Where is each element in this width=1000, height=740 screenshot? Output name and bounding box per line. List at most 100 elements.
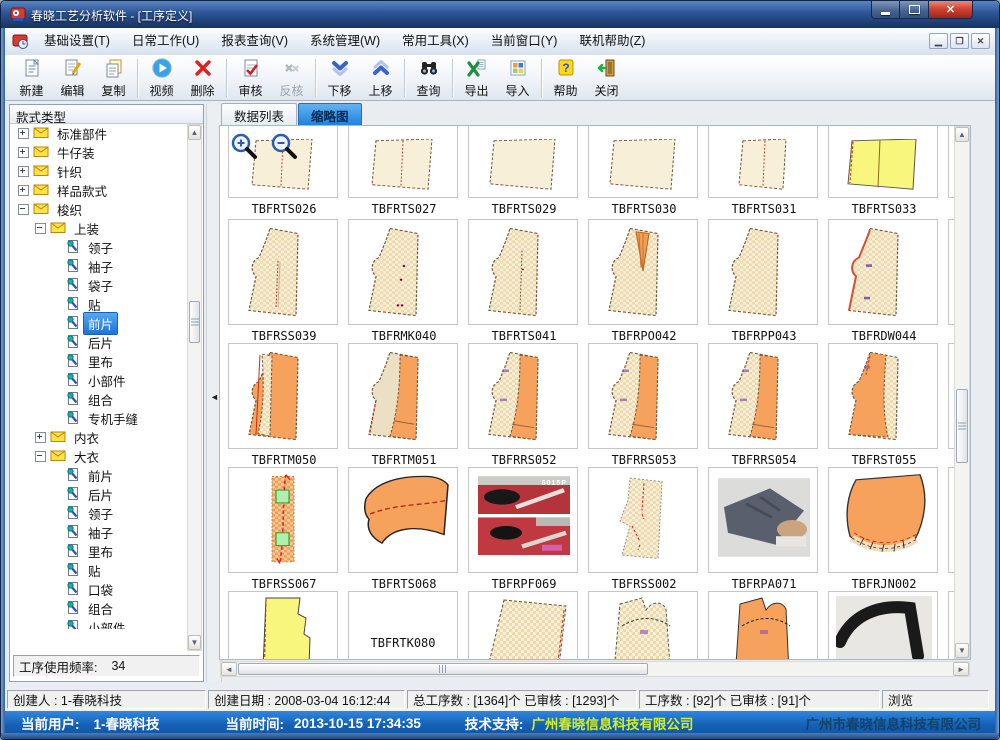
tree-node-袖子[interactable]: 袖子 xyxy=(10,257,187,276)
grid-cell-TBFRRS053[interactable] xyxy=(588,343,698,449)
menu-item-5[interactable]: 常用工具(X) xyxy=(391,28,480,54)
tree-node-前片[interactable]: 前片 xyxy=(10,466,187,485)
grid-cell-TBFRSS067[interactable] xyxy=(228,467,338,573)
grid-cell[interactable] xyxy=(468,591,578,659)
content-vertical-scrollbar[interactable]: ▲ ▼ xyxy=(954,126,970,659)
tree-node-大衣[interactable]: 大衣 xyxy=(10,447,187,466)
grid-cell[interactable] xyxy=(708,591,818,659)
tree-node-标准部件[interactable]: 标准部件 xyxy=(10,124,187,143)
expand-icon[interactable] xyxy=(18,166,29,177)
grid-cell-TBFRST055[interactable] xyxy=(828,343,938,449)
grid-cell-TBFRTK080[interactable]: TBFRTK080 xyxy=(348,591,458,659)
grid-cell-TBFRSS002[interactable] xyxy=(588,467,698,573)
tree-node-样品款式[interactable]: 样品款式 xyxy=(10,181,187,200)
tree-node-贴[interactable]: 贴 xyxy=(10,561,187,580)
scroll-down-arrow[interactable]: ▼ xyxy=(955,643,969,658)
toolbar-button-new-document[interactable]: 新建 xyxy=(11,57,52,99)
tree-node-小部件[interactable]: 小部件 xyxy=(10,371,187,390)
grid-cell-TBFRRS052[interactable] xyxy=(468,343,578,449)
grid-cell-TBFRTS033[interactable] xyxy=(828,126,938,198)
title-bar[interactable]: 春晓工艺分析软件 - [工序定义] ✕ xyxy=(1,1,999,28)
grid-cell-TBFRTS029[interactable] xyxy=(468,126,578,198)
scroll-down-arrow[interactable]: ▼ xyxy=(188,635,201,650)
tree-node-组合[interactable]: 组合 xyxy=(10,390,187,409)
mdi-restore-button[interactable]: ❐ xyxy=(950,33,969,49)
tree-node-前片[interactable]: 前片 xyxy=(10,314,187,333)
content-horizontal-scrollbar[interactable]: ◄ ► xyxy=(220,661,970,677)
toolbar-button-delete[interactable]: 删除 xyxy=(182,57,223,99)
menu-item-2[interactable]: 日常工作(U) xyxy=(121,28,210,54)
tree-scrollbar[interactable]: ▲ ▼ xyxy=(187,124,202,651)
toolbar-button-help[interactable]: ?帮助 xyxy=(545,57,586,99)
toolbar-button-copy[interactable]: 复制 xyxy=(93,57,134,99)
menu-item-4[interactable]: 系统管理(W) xyxy=(299,28,391,54)
menu-item-7[interactable]: 联机帮助(Z) xyxy=(568,28,656,54)
collapse-icon[interactable] xyxy=(35,223,46,234)
toolbar-button-export-excel[interactable]: 导出 xyxy=(456,57,497,99)
grid-cell-TBFRRS054[interactable] xyxy=(708,343,818,449)
grid-cell-TBFRPP043[interactable] xyxy=(708,219,818,325)
collapse-icon[interactable] xyxy=(18,204,29,215)
menu-item-6[interactable]: 当前窗口(Y) xyxy=(480,28,569,54)
toolbar-button-video[interactable]: 视频 xyxy=(141,57,182,99)
tree-node-领子[interactable]: 领子 xyxy=(10,504,187,523)
scrollbar-thumb[interactable] xyxy=(238,663,648,675)
tree-node-上装[interactable]: 上装 xyxy=(10,219,187,238)
toolbar-button-search-binoculars[interactable]: 查询 xyxy=(408,57,449,99)
grid-cell-TBFRTS068[interactable] xyxy=(348,467,458,573)
toolbar-button-import-grid[interactable]: 导入 xyxy=(497,57,538,99)
grid-cell-TBFRTM050[interactable] xyxy=(228,343,338,449)
tree-node-贴[interactable]: 贴 xyxy=(10,295,187,314)
tree-node-组合[interactable]: 组合 xyxy=(10,599,187,618)
scroll-up-arrow[interactable]: ▲ xyxy=(955,127,969,142)
tree-node-小部件[interactable]: 小部件 xyxy=(10,618,187,629)
tree-node-口袋[interactable]: 口袋 xyxy=(10,580,187,599)
window-maximize-button[interactable] xyxy=(900,1,928,19)
tree-node-里布[interactable]: 里布 xyxy=(10,352,187,371)
tree-node-后片[interactable]: 后片 xyxy=(10,333,187,352)
grid-cell-TBFRPA071[interactable] xyxy=(708,467,818,573)
tree-node-袋子[interactable]: 袋子 xyxy=(10,276,187,295)
window-minimize-button[interactable] xyxy=(871,1,900,19)
menu-item-1[interactable]: 基础设置(T) xyxy=(33,28,121,54)
grid-cell[interactable] xyxy=(228,591,338,659)
mdi-close-button[interactable]: ✕ xyxy=(971,33,990,49)
tab-data-list[interactable]: 数据列表 xyxy=(221,103,297,126)
scroll-left-arrow[interactable]: ◄ xyxy=(221,662,237,676)
collapse-arrow-icon[interactable]: ◄ xyxy=(210,392,219,402)
grid-cell-TBFRMK040[interactable] xyxy=(348,219,458,325)
grid-cell-TBFRTM051[interactable] xyxy=(348,343,458,449)
tree-node-袖子[interactable]: 袖子 xyxy=(10,523,187,542)
expand-icon[interactable] xyxy=(35,432,46,443)
toolbar-button-move-up[interactable]: 上移 xyxy=(360,57,401,99)
grid-cell-TBFRJN002[interactable] xyxy=(828,467,938,573)
grid-cell-TBFRTS031[interactable] xyxy=(708,126,818,198)
scrollbar-thumb[interactable] xyxy=(956,389,968,463)
tree-node-领子[interactable]: 领子 xyxy=(10,238,187,257)
toolbar-button-move-down[interactable]: 下移 xyxy=(319,57,360,99)
tree-node-里布[interactable]: 里布 xyxy=(10,542,187,561)
tree-node-专机手缝[interactable]: 专机手缝 xyxy=(10,409,187,428)
grid-cell-TBFRTS030[interactable] xyxy=(588,126,698,198)
expand-icon[interactable] xyxy=(18,185,29,196)
collapse-icon[interactable] xyxy=(35,451,46,462)
scroll-right-arrow[interactable]: ► xyxy=(953,662,969,676)
grid-cell-TBFRTS027[interactable] xyxy=(348,126,458,198)
menu-item-3[interactable]: 报表查询(V) xyxy=(210,28,299,54)
toolbar-button-exit-door[interactable]: 关闭 xyxy=(586,57,627,99)
expand-icon[interactable] xyxy=(18,128,29,139)
tree-node-针织[interactable]: 针织 xyxy=(10,162,187,181)
tree-node-牛仔装[interactable]: 牛仔装 xyxy=(10,143,187,162)
grid-cell-TBFRPO042[interactable] xyxy=(588,219,698,325)
window-close-button[interactable]: ✕ xyxy=(928,1,973,19)
mdi-minimize-button[interactable]: ▁ xyxy=(929,33,948,49)
grid-cell[interactable] xyxy=(828,591,938,659)
toolbar-button-audit-check[interactable]: 审核 xyxy=(230,57,271,99)
grid-cell[interactable] xyxy=(588,591,698,659)
expand-icon[interactable] xyxy=(18,147,29,158)
grid-cell-TBFRPF069[interactable]: 6015P xyxy=(468,467,578,573)
grid-cell-TBFRDW044[interactable] xyxy=(828,219,938,325)
zoom-in-icon[interactable] xyxy=(230,132,260,167)
tree-node-梭织[interactable]: 梭织 xyxy=(10,200,187,219)
tree-node-后片[interactable]: 后片 xyxy=(10,485,187,504)
